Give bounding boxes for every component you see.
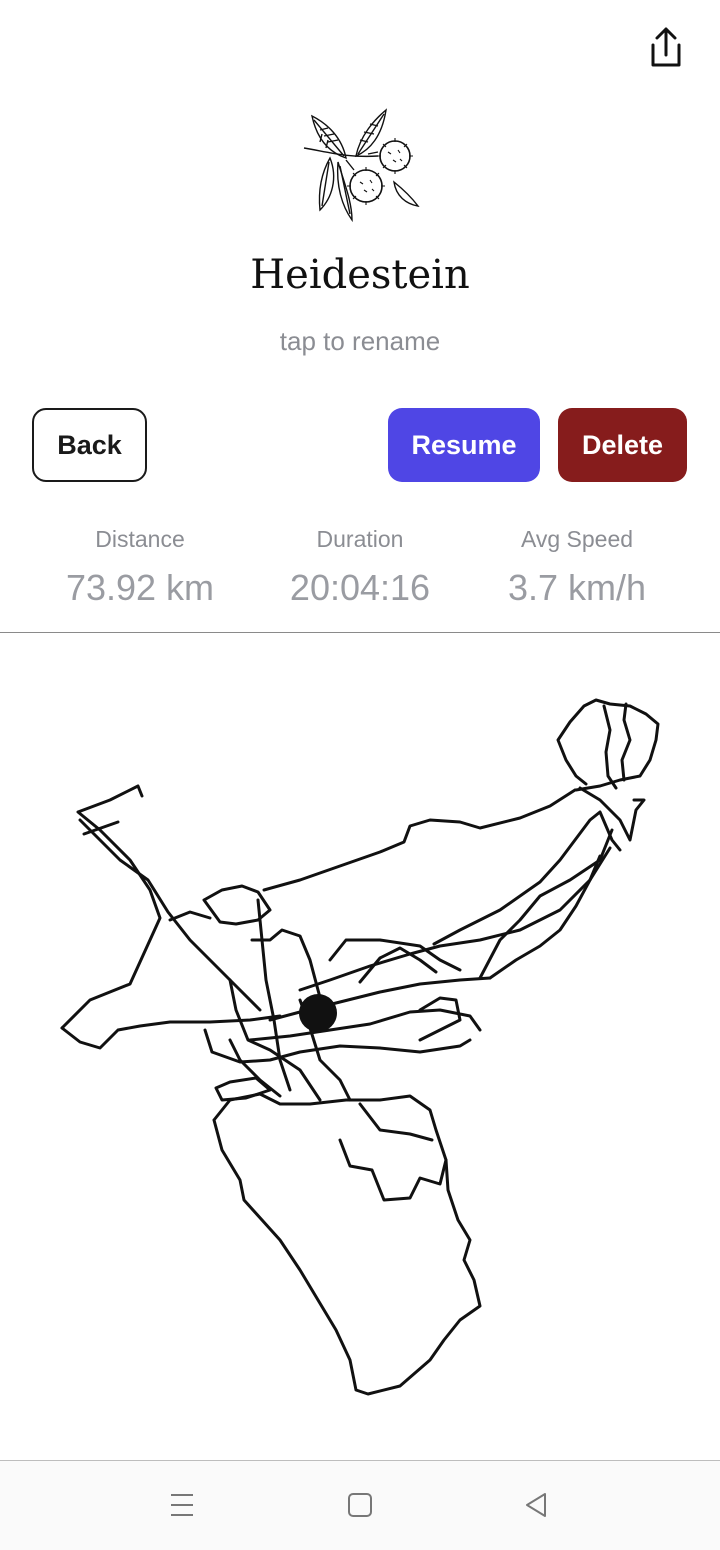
stat-duration: Duration 20:04:16 xyxy=(250,526,470,609)
route-trace xyxy=(60,698,660,1396)
back-triangle-icon xyxy=(526,1493,546,1517)
route-map[interactable] xyxy=(40,680,680,1420)
back-nav-button[interactable] xyxy=(516,1487,556,1523)
current-position-marker xyxy=(299,994,337,1032)
chestnut-logo xyxy=(298,106,422,224)
chestnut-branch-illustration xyxy=(303,108,420,223)
stat-label: Avg Speed xyxy=(520,526,634,552)
stat-label: Distance xyxy=(95,526,185,552)
track-name[interactable]: Heidestein xyxy=(0,252,720,298)
home-button[interactable] xyxy=(340,1487,380,1523)
stat-label: Duration xyxy=(316,526,404,552)
resume-button[interactable]: Resume xyxy=(388,408,540,482)
stat-value: 73.92 km xyxy=(65,567,215,608)
stat-value: 20:04:16 xyxy=(289,567,431,608)
share-button[interactable] xyxy=(642,22,690,72)
home-icon xyxy=(348,1493,372,1517)
share-icon xyxy=(651,27,681,67)
menu-icon xyxy=(171,1494,193,1516)
divider xyxy=(0,632,720,633)
back-button[interactable]: Back xyxy=(32,408,147,482)
menu-button[interactable] xyxy=(162,1487,202,1523)
delete-button[interactable]: Delete xyxy=(558,408,687,482)
stat-avg-speed: Avg Speed 3.7 km/h xyxy=(467,526,687,609)
rename-hint[interactable]: tap to rename xyxy=(0,326,720,357)
stat-distance: Distance 73.92 km xyxy=(30,526,250,609)
stat-value: 3.7 km/h xyxy=(507,567,647,608)
system-nav-bar xyxy=(0,1460,720,1550)
